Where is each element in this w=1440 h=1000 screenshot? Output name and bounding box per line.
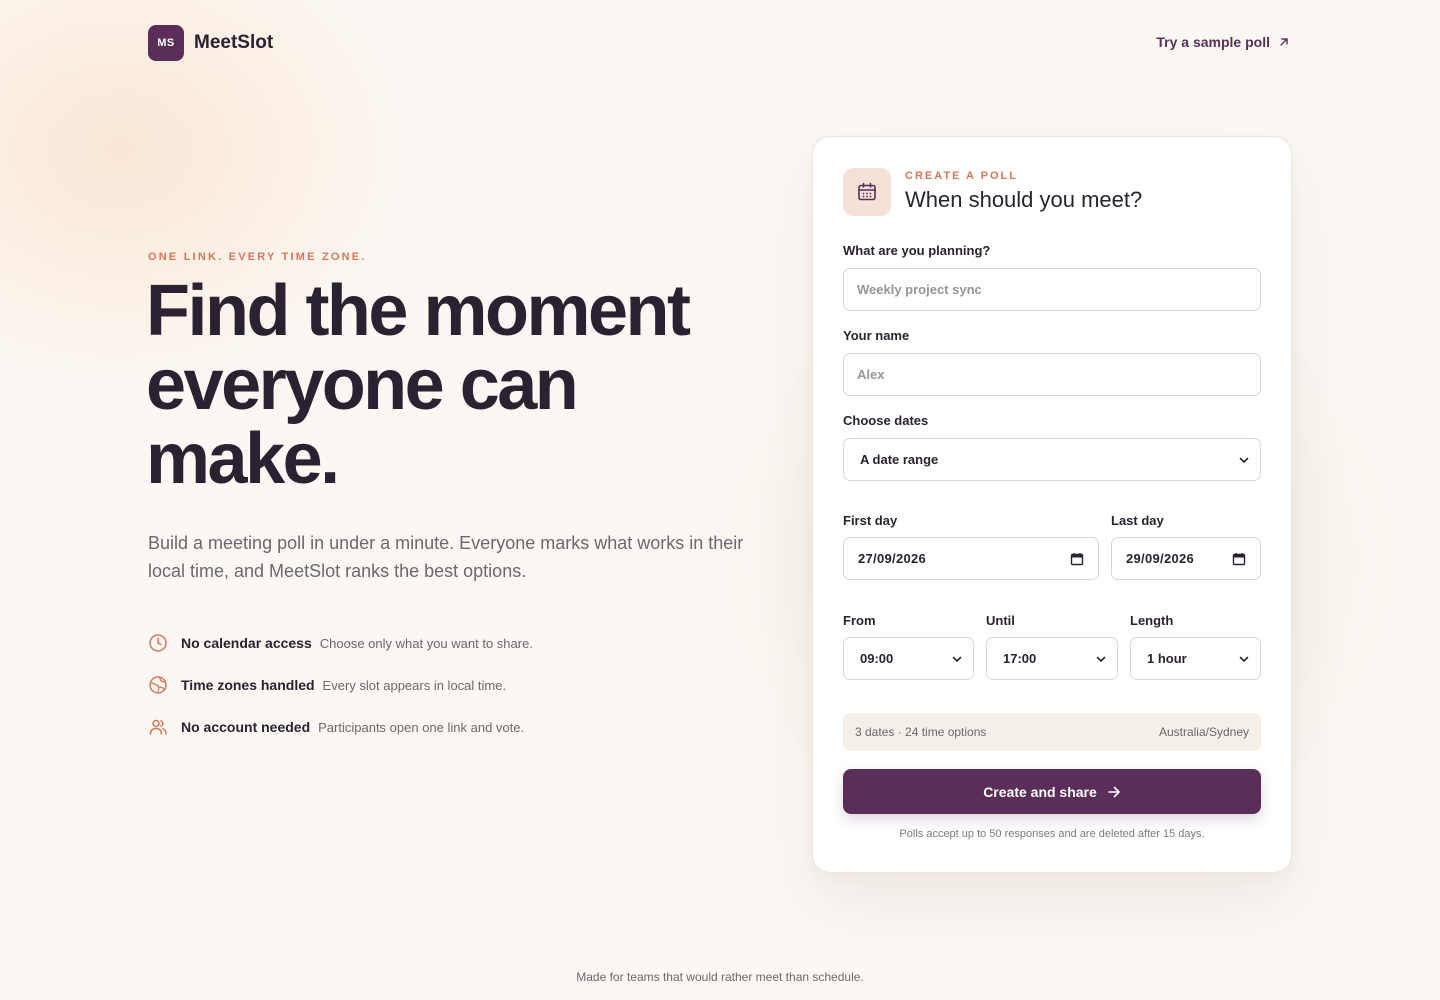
date-mode-select[interactable]: A date range: [843, 438, 1261, 481]
feature-title: No account needed: [181, 719, 311, 735]
create-poll-card: CREATE A POLL When should you meet? What…: [812, 136, 1292, 873]
hero-title-line-3: make.: [146, 419, 340, 499]
until-value: 17:00: [1003, 651, 1037, 666]
length-select[interactable]: 1 hour: [1130, 637, 1261, 680]
first-day-value: 27/09/2026: [858, 551, 927, 566]
feature-title: No calendar access: [181, 635, 312, 651]
summary-timezone: Australia/Sydney: [1158, 725, 1249, 739]
name-label: Your name: [843, 328, 910, 343]
arrow-up-right-icon: [1280, 38, 1288, 46]
hero-subtitle: Build a meeting poll in under a minute. …: [148, 533, 744, 581]
length-label: Length: [1130, 613, 1174, 628]
logo-mark: MS: [148, 25, 184, 61]
planning-label: What are you planning?: [843, 243, 991, 258]
hero-eyebrow: ONE LINK. EVERY TIME ZONE.: [148, 251, 367, 263]
create-and-share-button[interactable]: Create and share: [843, 769, 1261, 814]
first-day-input[interactable]: 27/09/2026: [843, 537, 1099, 580]
date-mode-value: A date range: [860, 452, 939, 467]
chevron-down-icon: [1096, 656, 1106, 662]
from-select[interactable]: 09:00: [843, 637, 974, 680]
card-header: CREATE A POLL When should you meet?: [843, 168, 1142, 216]
until-select[interactable]: 17:00: [986, 637, 1118, 680]
feature-desc: Participants open one link and vote.: [318, 719, 525, 735]
hero-title-line-1: Find the moment: [146, 271, 691, 351]
until-label: Until: [986, 613, 1015, 628]
feature-list: No calendar access Choose only what you …: [148, 622, 533, 748]
calendar-picker-icon[interactable]: [1070, 552, 1084, 566]
length-value: 1 hour: [1147, 651, 1187, 666]
chevron-down-icon: [1239, 457, 1249, 463]
brand-logo[interactable]: MS MeetSlot: [148, 25, 273, 61]
clock-icon: [148, 633, 168, 653]
feature-item: No account needed Participants open one …: [148, 706, 533, 748]
try-sample-poll-link[interactable]: Try a sample poll: [1156, 34, 1290, 50]
from-value: 09:00: [860, 651, 894, 666]
hero-title: Find the moment everyone can make.: [146, 274, 766, 496]
chevron-down-icon: [1239, 656, 1249, 662]
hero-title-line-2: everyone can: [146, 345, 579, 425]
first-day-label: First day: [843, 513, 898, 528]
last-day-label: Last day: [1111, 513, 1164, 528]
arrow-right-icon: [1107, 786, 1120, 797]
summary-count: 3 dates · 24 time options: [855, 725, 987, 739]
feature-item: No calendar access Choose only what you …: [148, 622, 533, 664]
calendar-icon: [843, 168, 891, 216]
feature-desc: Every slot appears in local time.: [322, 677, 507, 693]
feature-desc: Choose only what you want to share.: [319, 635, 533, 651]
footer-text: Made for teams that would rather meet th…: [576, 970, 864, 984]
feature-title: Time zones handled: [181, 677, 315, 693]
dates-label: Choose dates: [843, 413, 929, 428]
poll-limits-note: Polls accept up to 50 responses and are …: [899, 828, 1205, 840]
chevron-down-icon: [952, 656, 962, 662]
name-input[interactable]: [843, 353, 1261, 396]
planning-input[interactable]: [843, 268, 1261, 311]
last-day-value: 29/09/2026: [1126, 551, 1195, 566]
feature-item: Time zones handled Every slot appears in…: [148, 664, 533, 706]
card-title: When should you meet?: [905, 187, 1143, 212]
from-label: From: [843, 613, 876, 628]
create-button-label: Create and share: [983, 783, 1097, 800]
last-day-input[interactable]: 29/09/2026: [1111, 537, 1261, 580]
users-icon: [148, 717, 168, 737]
sample-link-label: Try a sample poll: [1156, 34, 1270, 50]
brand-name: MeetSlot: [194, 32, 274, 53]
card-eyebrow: CREATE A POLL: [905, 170, 1018, 182]
globe-icon: [148, 675, 168, 695]
calendar-picker-icon[interactable]: [1232, 552, 1246, 566]
poll-summary: 3 dates · 24 time options Australia/Sydn…: [843, 713, 1261, 751]
